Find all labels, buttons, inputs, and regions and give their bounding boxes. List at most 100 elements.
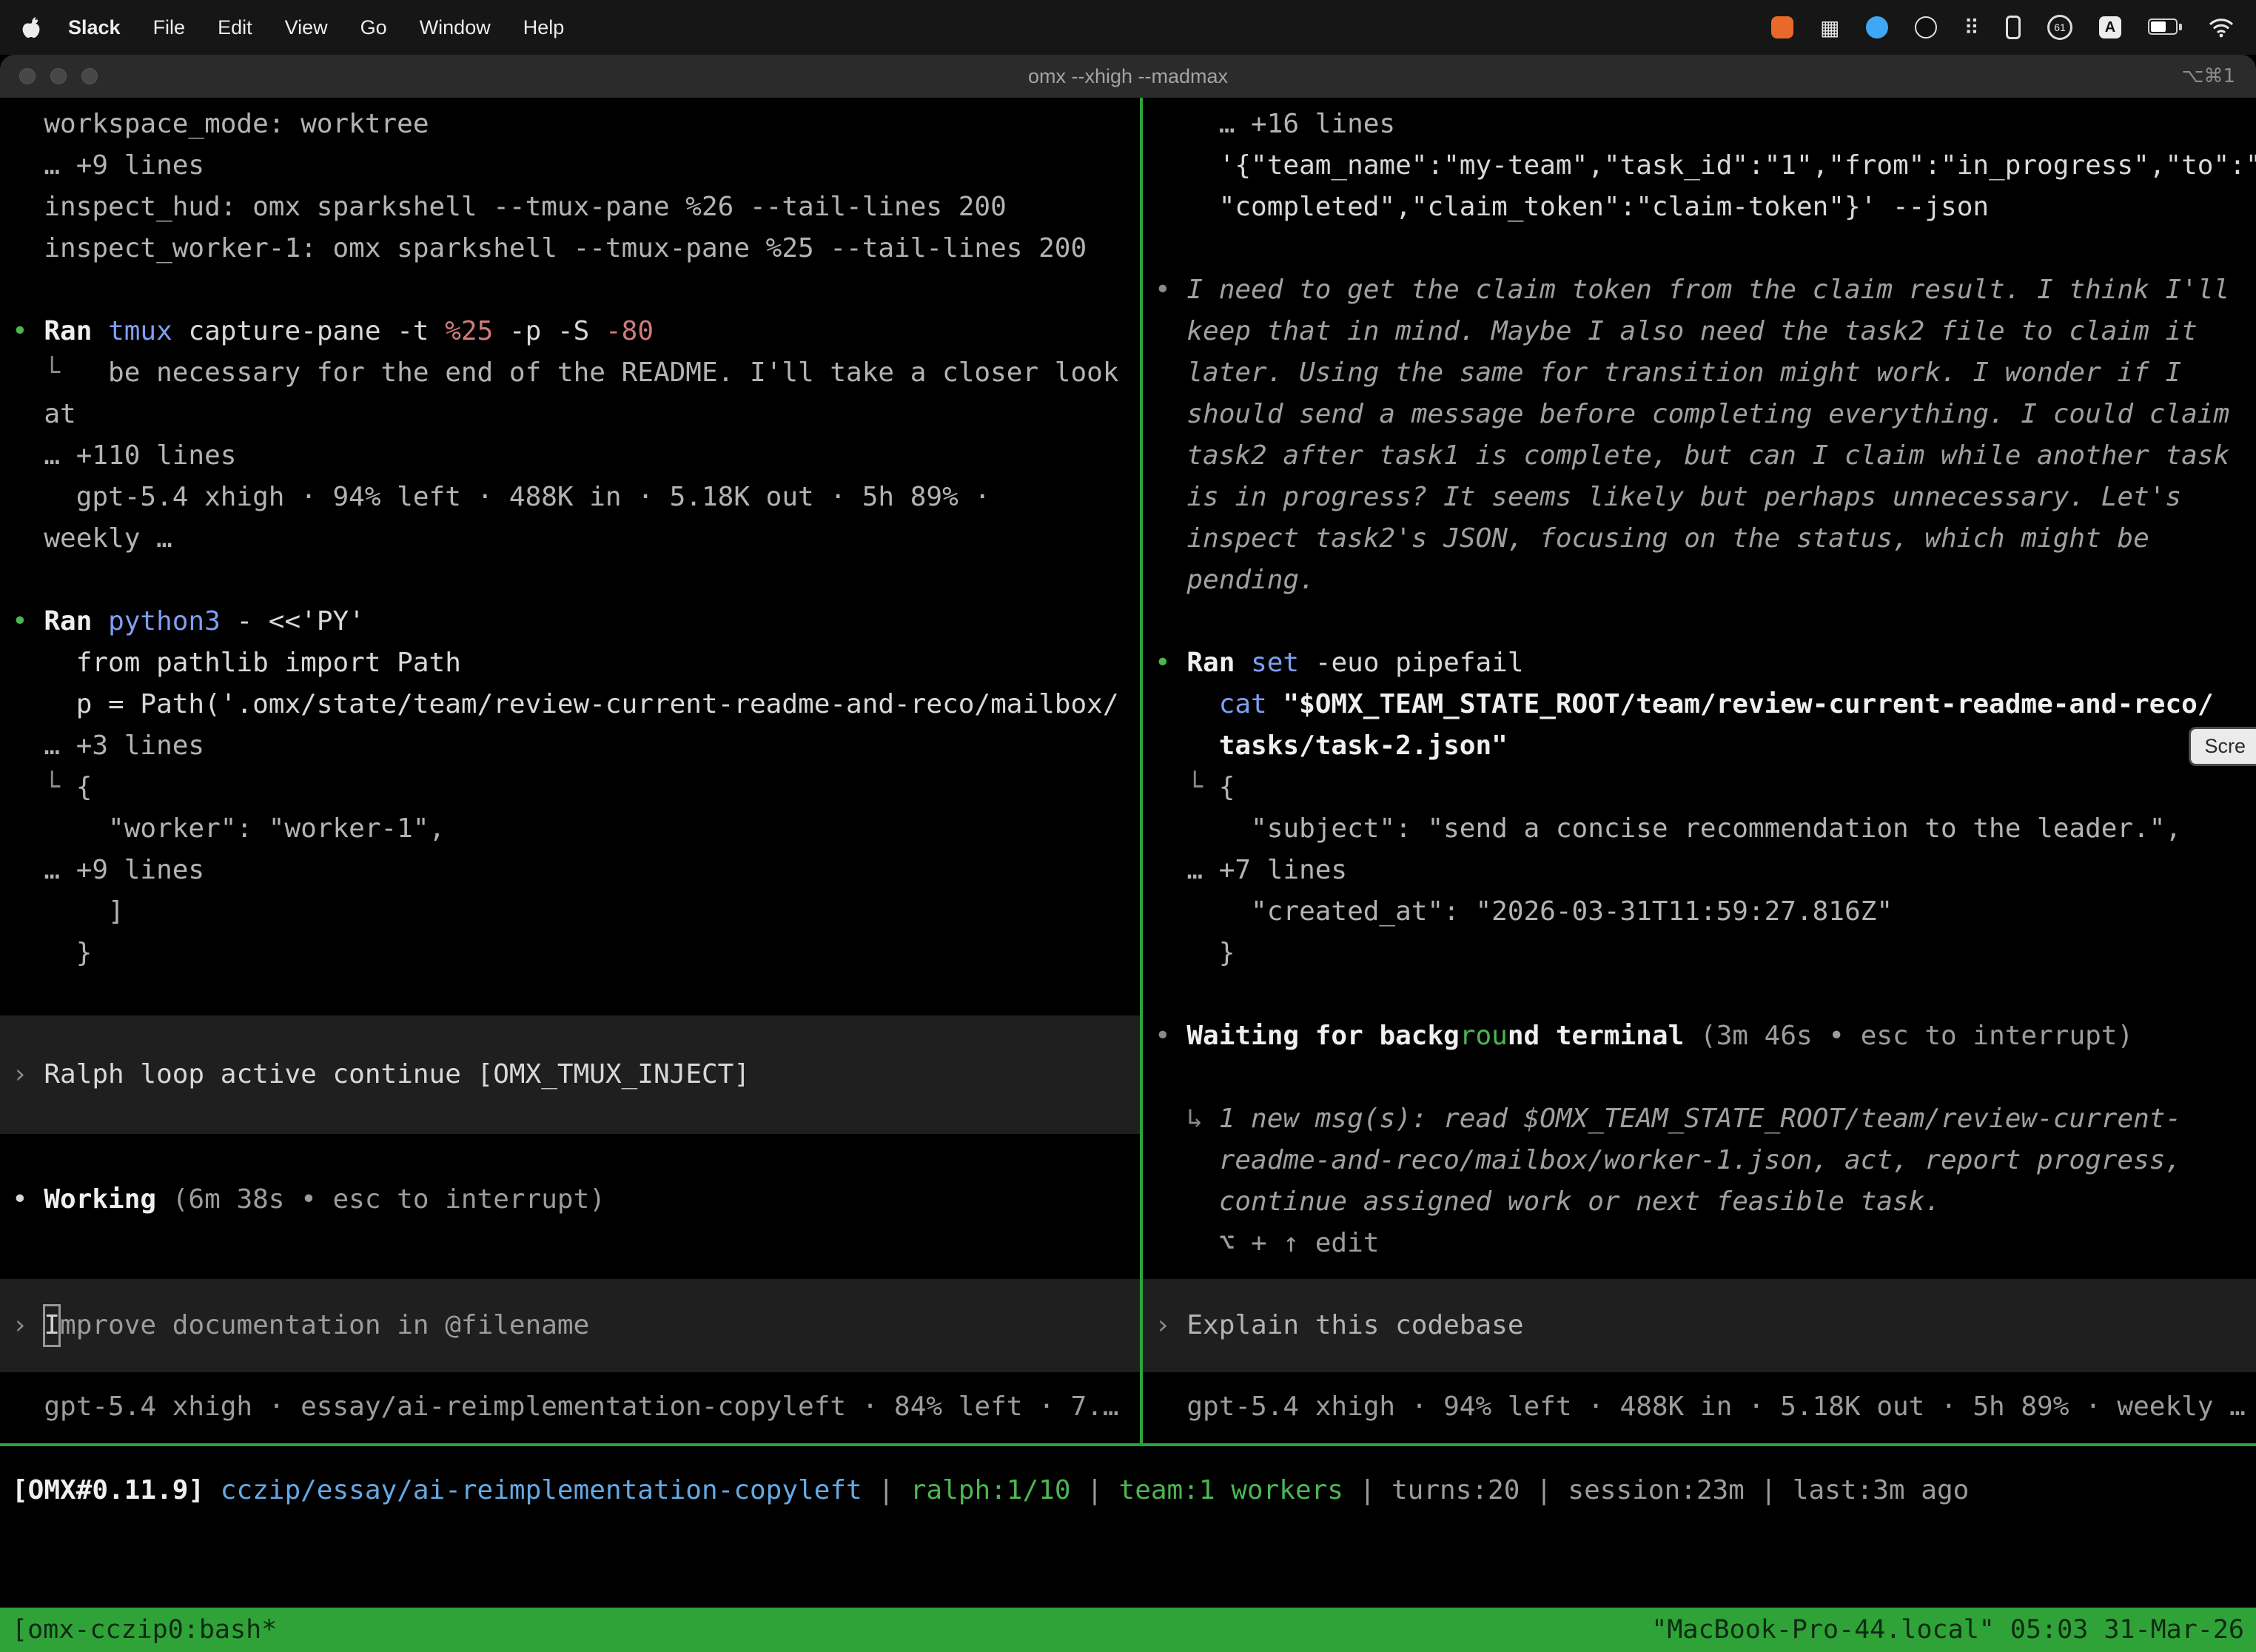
text-segment: mprove documentation in @filename [60,1305,589,1346]
text-segment: turns:20 [1391,1470,1520,1511]
window-title: omx --xhigh --madmax [0,55,2256,98]
text-segment: • [12,1179,44,1220]
terminal-line: continue assigned work or next feasible … [1155,1181,2256,1223]
battery-gauge-icon[interactable]: 61 [2047,15,2072,40]
menu-help[interactable]: Help [523,16,565,39]
terminal-line: } [12,933,1140,974]
terminal-line: p = Path('.omx/state/team/review-current… [12,684,1140,725]
text-segment: … +3 lines [12,731,204,761]
terminal-line: └ { [1155,767,2256,808]
terminal-line: … +110 lines [12,435,1140,477]
menu-window[interactable]: Window [420,16,491,39]
text-segment: Working [44,1179,172,1220]
text-segment: set [1251,648,1315,678]
composer-prompt-right[interactable]: › Explain this codebase [1143,1279,2256,1372]
apple-menu-icon[interactable] [22,16,41,38]
text-segment: inspect_hud: omx sparkshell --tmux-pane … [12,192,1007,222]
menu-bar: Slack File Edit View Go Window Help ▦ ⠿ … [0,0,2256,55]
terminal-line: from pathlib import Path [12,642,1140,684]
text-segment: (3m 46s • esc to interrupt) [1700,1021,2133,1051]
pane-right-lines: … +16 lines '{"team_name":"my-team","tas… [1143,98,2256,1264]
pane-right: … +16 lines '{"team_name":"my-team","tas… [1143,98,2256,1443]
text-segment: Waiting for backg [1186,1021,1459,1051]
text-segment: %25 [445,316,509,346]
terminal-line: tasks/task-2.json" [1155,725,2256,767]
working-status-row: • Working (6m 38s • esc to interrupt) [0,1179,1140,1220]
text-segment: Ran [1186,648,1251,678]
text-segment: team:1 workers [1119,1470,1343,1511]
menu-edit[interactable]: Edit [218,16,252,39]
title-bar[interactable]: omx --xhigh --madmax ⌥⌘1 [0,55,2256,98]
raycast-icon[interactable] [1866,16,1888,38]
app-grid-icon[interactable]: ⠿ [1964,16,1979,40]
text-segment: … +7 lines [1155,855,1347,885]
text-segment: keep that in mind. Maybe I also need the… [1155,316,2198,346]
menu-app-name[interactable]: Slack [68,16,121,39]
text-segment: tasks/task-2.json" [1219,731,1508,761]
text-segment: last:3m ago [1793,1470,1969,1511]
input-source-label: A [2105,19,2115,36]
text-segment: … +110 lines [12,440,236,471]
terminal-line: └ be necessary for the end of the README… [12,352,1140,394]
terminal-line: "completed","claim_token":"claim-token"}… [1155,187,2256,228]
terminal-line: '{"team_name":"my-team","task_id":"1","f… [1155,145,2256,187]
composer-prompt-left[interactable]: › Improve documentation in @filename [0,1279,1140,1372]
terminal-line [1155,228,2256,269]
tmux-pane-border [0,1443,2256,1446]
wifi-icon[interactable] [2209,17,2234,38]
text-segment: "created_at": "2026-03-31T11:59:27.816Z" [1155,896,1893,927]
text-segment: I [44,1305,60,1346]
text-segment: gpt-5.4 xhigh · 94% left · 488K in · 5.1… [1155,1386,2246,1428]
text-segment: -euo pipefail [1315,648,1524,678]
text-segment: • [12,316,44,346]
menu-view[interactable]: View [285,16,328,39]
text-segment [1155,689,1219,719]
text-segment: (6m 38s • esc to interrupt) [172,1179,605,1220]
text-segment: session:23m [1568,1470,1744,1511]
terminal-line: task2 after task1 is complete, but can I… [1155,435,2256,477]
terminal-line: readme-and-reco/mailbox/worker-1.json, a… [1155,1140,2256,1181]
terminal-line: "subject": "send a concise recommendatio… [1155,808,2256,850]
terminal-line: • Ran tmux capture-pane -t %25 -p -S -80 [12,311,1140,352]
text-segment: cczip/essay/ai-reimplementation-copyleft [221,1470,862,1511]
terminal-line: … +9 lines [12,850,1140,891]
window-shortcut: ⌥⌘1 [2181,55,2235,98]
text-segment: ⌥ + ↑ edit [1155,1228,1379,1258]
terminal-line: workspace_mode: worktree [12,104,1140,145]
menu-file[interactable]: File [153,16,186,39]
text-segment: | [1343,1470,1391,1511]
menu-go[interactable]: Go [360,16,387,39]
text-segment: pending. [1155,565,1315,595]
app-circle-icon[interactable] [1915,16,1937,38]
keyboard-icon[interactable]: ▦ [1820,16,1839,40]
text-segment: cat [1219,689,1283,719]
pane-right-status: gpt-5.4 xhigh · 94% left · 488K in · 5.1… [1143,1386,2256,1428]
terminal-line: pending. [1155,560,2256,601]
text-segment: | [1520,1470,1568,1511]
text-segment: is in progress? It seems likely but perh… [1155,482,2181,512]
terminal-line: inspect_worker-1: omx sparkshell --tmux-… [12,228,1140,269]
text-segment: I need to get the claim token from the c… [1186,275,2229,305]
text-segment: { [76,772,93,802]
terminal-line: • I need to get the claim token from the… [1155,269,2256,311]
terminal-line: later. Using the same for transition mig… [1155,352,2256,394]
text-segment: tmux [108,316,188,346]
device-icon[interactable] [2006,16,2021,39]
text-segment: 1 new msg(s): read $OMX_TEAM_STATE_ROOT/… [1219,1104,2181,1134]
text-segment: Ralph loop active continue [OMX_TMUX_INJ… [44,1054,750,1095]
screen-recording-icon[interactable] [1771,16,1793,38]
terminal-line [12,560,1140,601]
terminal-line: • Waiting for background terminal (3m 46… [1155,1015,2256,1057]
text-segment: be necessary for the end of the README. … [108,357,1118,388]
terminal-line: keep that in mind. Maybe I also need the… [1155,311,2256,352]
pane-left-lines: workspace_mode: worktree … +9 lines insp… [0,98,1140,974]
text-segment: … +9 lines [12,150,204,181]
battery-icon[interactable] [2148,19,2182,36]
text-segment: gpt-5.4 xhigh · essay/ai-reimplementatio… [12,1386,1119,1428]
text-segment: "subject": "send a concise recommendatio… [1155,813,2181,844]
text-segment: weekly … [12,523,172,554]
text-segment: -80 [605,316,654,346]
text-segment: gpt-5.4 xhigh · 94% left · 488K in · 5.1… [12,482,990,512]
terminal-line [1155,1057,2256,1098]
input-source-icon[interactable]: A [2099,16,2121,38]
